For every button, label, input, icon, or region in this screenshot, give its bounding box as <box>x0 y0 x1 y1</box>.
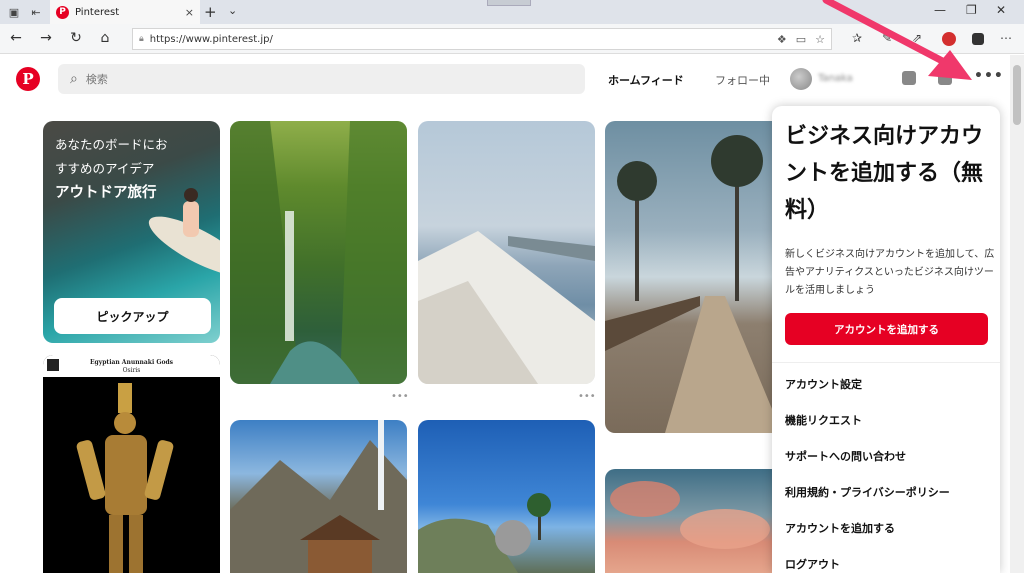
tab-pinterest[interactable]: P Pinterest × <box>50 0 200 24</box>
osiris-statue-illustration <box>76 383 174 573</box>
search-input[interactable]: ⌕ 検索 <box>58 64 585 94</box>
tab-list-icon[interactable]: ⌄ <box>228 4 237 17</box>
new-tab-icon[interactable]: + <box>204 3 217 21</box>
pin-sunset-clouds[interactable] <box>605 469 782 573</box>
pinterest-header: P ⌕ 検索 ホームフィード フォロー中 Tanaka ••• <box>0 55 1010 105</box>
refresh-icon[interactable]: ↻ <box>68 30 84 46</box>
forward-icon[interactable]: → <box>38 30 54 46</box>
pin-tropical-beach[interactable] <box>418 420 595 573</box>
menu-item-contact-support[interactable]: サポートへの問い合わせ <box>785 448 906 464</box>
browser-toolbar: ← → ↻ ⌂ 🔒︎ https://www.pinterest.jp/ ❖ ▭… <box>0 24 1024 54</box>
pin-santorini[interactable] <box>418 121 595 384</box>
menu-item-account-settings[interactable]: アカウント設定 <box>785 376 862 392</box>
beach-illustration <box>418 493 551 573</box>
avatar[interactable] <box>790 68 812 90</box>
home-icon[interactable]: ⌂ <box>97 30 113 46</box>
more-options-icon[interactable]: ••• <box>974 68 1004 84</box>
notifications-icon[interactable] <box>902 71 916 85</box>
browser-tab-bar: ▣ ⇤ P Pinterest × + ⌄ — ❐ ✕ <box>0 0 1024 24</box>
address-bar[interactable]: 🔒︎ https://www.pinterest.jp/ ❖ ▭ ☆ <box>132 28 832 50</box>
ad-line-3: アウトドア旅行 <box>55 185 157 201</box>
add-account-cta-button[interactable]: アカウントを追加する <box>785 313 988 345</box>
pinterest-favicon-icon: P <box>56 5 69 19</box>
reading-view-icon[interactable]: ▭ <box>796 33 806 46</box>
gorge-illustration <box>230 121 407 384</box>
menu-divider <box>772 362 1000 363</box>
business-account-heading: ビジネス向けアカウントを追加する（無料） <box>785 124 984 223</box>
ad-line-2: すすめのアイデア <box>55 161 155 176</box>
boardwalk-illustration <box>605 135 782 433</box>
menu-item-feature-request[interactable]: 機能リクエスト <box>785 412 862 428</box>
tab-close-icon[interactable]: × <box>185 6 194 19</box>
pin-waterfall-gorge[interactable] <box>230 121 407 384</box>
pickup-button[interactable]: ピックアップ <box>54 298 211 334</box>
lock-icon: 🔒︎ <box>139 34 144 44</box>
tab-actions-icon[interactable]: ▣ <box>6 4 22 20</box>
pin-osiris[interactable]: Egyptian Anunnaki Gods Osiris <box>43 355 220 573</box>
extension-icon[interactable]: ❖ <box>777 33 787 46</box>
menu-item-terms-privacy[interactable]: 利用規約・プライバシーポリシー <box>785 484 950 500</box>
pinterest-logo-icon[interactable]: P <box>16 67 40 91</box>
minimize-icon[interactable]: — <box>934 3 946 17</box>
reading-list-icon[interactable]: ✎ <box>882 31 892 45</box>
close-window-icon[interactable]: ✕ <box>996 3 1006 17</box>
search-icon: ⌕ <box>70 71 78 87</box>
santorini-illustration <box>418 231 595 384</box>
ad-line-1: あなたのボードにお <box>55 137 168 152</box>
messages-icon[interactable] <box>938 71 952 85</box>
pin-more-icon[interactable]: ••• <box>391 391 409 402</box>
page-scrollbar[interactable] <box>1010 55 1024 573</box>
clouds-illustration <box>610 481 770 549</box>
tab-title: Pinterest <box>75 6 120 18</box>
username[interactable]: Tanaka <box>818 73 853 84</box>
set-aside-tabs-icon[interactable]: ⇤ <box>28 4 44 20</box>
maximize-icon[interactable]: ❐ <box>966 3 977 17</box>
pin-outdoor-travel-ad[interactable]: あなたのボードにお すすめのアイデア アウトドア旅行 ピックアップ <box>43 121 220 343</box>
nav-home-feed[interactable]: ホームフィード <box>608 72 684 88</box>
menu-item-add-account[interactable]: アカウントを追加する <box>785 520 895 536</box>
browser-menu-icon[interactable]: ⋯ <box>1000 31 1012 45</box>
favorites-bar-icon[interactable]: ✰ <box>852 31 862 45</box>
scrollbar-thumb[interactable] <box>1013 65 1021 125</box>
nav-following[interactable]: フォロー中 <box>715 72 770 88</box>
ad-line-3-wrap: アウトドア旅行 <box>55 183 157 203</box>
business-account-description: 新しくビジネス向けアカウントを追加して、広告やアナリティクスといったビジネス向け… <box>785 249 995 296</box>
pin-mountain-chalet[interactable] <box>230 420 407 573</box>
search-placeholder: 検索 <box>85 73 108 86</box>
url-text[interactable]: https://www.pinterest.jp/ <box>150 34 768 45</box>
adblock-extension-icon[interactable] <box>942 32 956 46</box>
pin-more-icon-2[interactable]: ••• <box>578 391 596 402</box>
menu-item-logout[interactable]: ログアウト <box>785 556 840 572</box>
pin-palm-boardwalk[interactable] <box>605 121 782 433</box>
favorite-star-icon[interactable]: ☆ <box>815 33 825 46</box>
share-icon[interactable]: ⇗ <box>912 31 922 45</box>
back-icon[interactable]: ← <box>8 30 24 46</box>
more-options-menu: ビジネス向けアカウントを追加する（無料） 新しくビジネス向けアカウントを追加して… <box>772 106 1000 573</box>
chalet-illustration <box>230 420 407 573</box>
window-drag-handle[interactable] <box>487 0 531 6</box>
pocket-extension-icon[interactable] <box>972 33 984 45</box>
